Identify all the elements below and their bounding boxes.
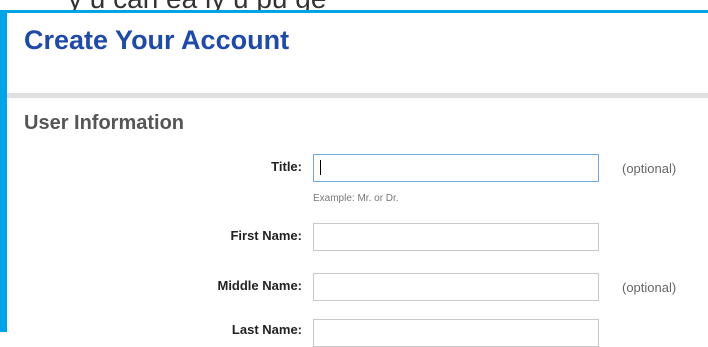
first-name-label: First Name:: [230, 228, 302, 243]
title-hint: Example: Mr. or Dr.: [313, 193, 399, 204]
section-title: User Information: [24, 112, 185, 134]
title-input[interactable]: [313, 154, 599, 182]
last-name-input[interactable]: [313, 319, 599, 347]
last-name-label: Last Name:: [231, 322, 302, 337]
middle-name-optional: (optional): [622, 280, 677, 295]
section-divider: [7, 93, 708, 98]
title-optional: (optional): [622, 161, 677, 176]
text-cursor: [320, 160, 321, 175]
title-label: Title:: [271, 159, 302, 174]
middle-name-input[interactable]: [313, 273, 599, 301]
first-name-input[interactable]: [313, 223, 599, 251]
middle-name-label: Middle Name:: [217, 278, 302, 293]
page-title: Create Your Account: [24, 25, 290, 55]
